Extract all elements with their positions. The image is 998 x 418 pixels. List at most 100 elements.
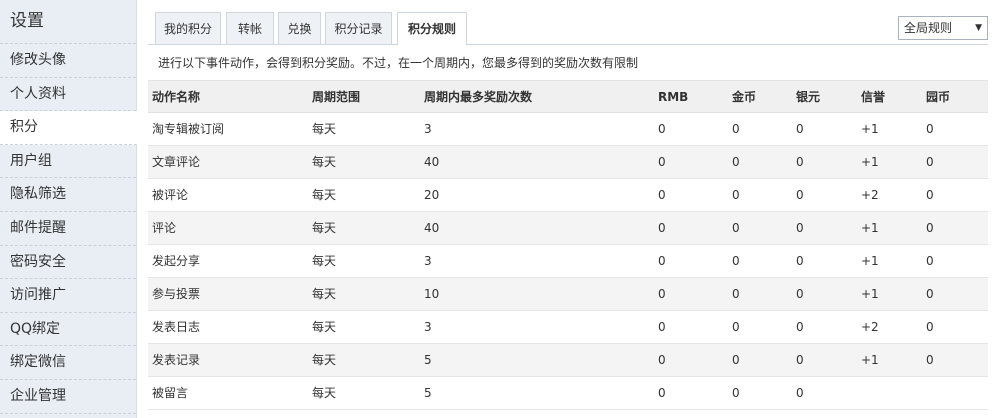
header-reputation: 信誉 (861, 90, 886, 104)
table-cell: 每天 (312, 320, 337, 334)
table-cell: 每天 (312, 188, 337, 202)
table-cell: 0 (796, 188, 804, 202)
sidebar-item-profile[interactable]: 个人资料 (0, 78, 136, 112)
sidebar-item-avatar[interactable]: 修改头像 (0, 44, 136, 78)
table-cell: +1 (861, 353, 879, 367)
table-cell: 0 (658, 320, 666, 334)
sidebar-item-credits[interactable]: 积分 (0, 111, 137, 145)
table-cell: 0 (796, 155, 804, 169)
table-cell: 0 (926, 122, 934, 136)
table-cell: 每天 (312, 287, 337, 301)
table-cell: 0 (926, 254, 934, 268)
table-cell: 发表日志 (152, 320, 201, 334)
tab-credit-log[interactable]: 积分记录 (325, 12, 392, 45)
header-max-times: 周期内最多奖励次数 (424, 90, 533, 104)
settings-sidebar: 设置 修改头像 个人资料 积分 用户组 隐私筛选 邮件提醒 密码安全 访问推广 … (0, 0, 137, 418)
table-cell: 每天 (312, 353, 337, 367)
header-rmb: RMB (658, 90, 689, 104)
table-cell: 被评论 (152, 188, 189, 202)
tab-transfer[interactable]: 转帐 (226, 12, 274, 45)
sidebar-item-promotion[interactable]: 访问推广 (0, 279, 136, 313)
table-cell: +1 (861, 221, 879, 235)
table-row: 评论 每天 40 0 0 0 +1 0 (148, 212, 988, 245)
table-row: 被留言 每天 5 0 0 0 (148, 377, 988, 410)
header-gold: 金币 (732, 90, 757, 104)
table-cell: 0 (732, 353, 740, 367)
sidebar-item-email[interactable]: 邮件提醒 (0, 212, 136, 246)
table-cell: 20 (424, 188, 440, 202)
table-row: 发表日志 每天 3 0 0 0 +2 0 (148, 311, 988, 344)
table-cell: 40 (424, 221, 440, 235)
table-cell: 发起分享 (152, 254, 201, 268)
table-cell: 发表记录 (152, 353, 201, 367)
table-cell: 0 (796, 254, 804, 268)
table-cell: 参与投票 (152, 287, 201, 301)
table-row: 被评论 每天 20 0 0 0 +2 0 (148, 179, 988, 212)
rules-note: 进行以下事件动作，会得到积分奖励。不过，在一个周期内，您最多得到的奖励次数有限制 (158, 56, 639, 70)
table-cell: 0 (926, 320, 934, 334)
table-cell: 0 (658, 221, 666, 235)
sidebar-item-usergroup[interactable]: 用户组 (0, 145, 136, 179)
header-period: 周期范围 (312, 90, 361, 104)
table-cell: 3 (424, 320, 432, 334)
sidebar-item-qq[interactable]: QQ绑定 (0, 313, 136, 347)
table-cell: 0 (658, 386, 666, 400)
table-cell: 0 (796, 287, 804, 301)
sidebar-item-wechat[interactable]: 绑定微信 (0, 346, 136, 380)
scope-select[interactable]: 全局规则 ▼ (898, 16, 988, 40)
tab-bar: 我的积分 转帐 兑换 积分记录 积分规则 (148, 12, 988, 46)
table-cell: +1 (861, 254, 879, 268)
table-cell: +1 (861, 155, 879, 169)
table-cell: 0 (796, 221, 804, 235)
table-cell: 0 (732, 287, 740, 301)
table-cell: 文章评论 (152, 155, 201, 169)
table-cell: 0 (732, 122, 740, 136)
table-cell: 0 (796, 320, 804, 334)
table-cell: 每天 (312, 386, 337, 400)
tab-exchange[interactable]: 兑换 (278, 12, 321, 45)
sidebar-item-privacy[interactable]: 隐私筛选 (0, 178, 136, 212)
table-row: 发起分享 每天 3 0 0 0 +1 0 (148, 245, 988, 278)
table-cell: 0 (658, 122, 666, 136)
table-cell: 3 (424, 122, 432, 136)
table-cell: +1 (861, 287, 879, 301)
tab-my-credits[interactable]: 我的积分 (155, 12, 221, 45)
table-row: 淘专辑被订阅 每天 3 0 0 0 +1 0 (148, 113, 988, 146)
table-cell: +1 (861, 122, 879, 136)
table-header: 动作名称 周期范围 周期内最多奖励次数 RMB 金币 银元 信誉 园币 (148, 80, 988, 113)
credit-rules-table: 动作名称 周期范围 周期内最多奖励次数 RMB 金币 银元 信誉 园币 淘专辑被… (148, 80, 988, 410)
table-cell: 0 (796, 386, 804, 400)
table-cell: 每天 (312, 254, 337, 268)
chevron-down-icon: ▼ (975, 23, 982, 33)
table-cell: 0 (926, 188, 934, 202)
header-silver: 银元 (796, 90, 821, 104)
table-cell: 每天 (312, 221, 337, 235)
table-cell: 0 (732, 221, 740, 235)
sidebar-title: 设置 (0, 0, 136, 44)
tab-credit-rules[interactable]: 积分规则 (397, 12, 467, 46)
table-cell: 0 (658, 188, 666, 202)
header-action: 动作名称 (152, 90, 201, 104)
header-yuanbi: 园币 (926, 90, 951, 104)
table-cell: +2 (861, 320, 879, 334)
table-cell: 5 (424, 386, 432, 400)
table-cell: +2 (861, 188, 879, 202)
table-row: 发表记录 每天 5 0 0 0 +1 0 (148, 344, 988, 377)
table-cell: 0 (732, 320, 740, 334)
table-cell: 0 (732, 188, 740, 202)
table-cell: 0 (658, 155, 666, 169)
table-cell: 被留言 (152, 386, 189, 400)
table-cell: 每天 (312, 122, 337, 136)
table-cell: 0 (926, 287, 934, 301)
table-row: 参与投票 每天 10 0 0 0 +1 0 (148, 278, 988, 311)
table-cell: 0 (658, 287, 666, 301)
sidebar-item-password[interactable]: 密码安全 (0, 246, 136, 280)
table-cell: 0 (796, 122, 804, 136)
scope-select-value: 全局规则 (904, 21, 953, 35)
table-cell: 淘专辑被订阅 (152, 122, 225, 136)
table-cell: 0 (926, 155, 934, 169)
table-body: 淘专辑被订阅 每天 3 0 0 0 +1 0 文章评论 每天 40 0 0 0 +1 0 被评论 每天 20 0 0 0 +… (148, 113, 988, 410)
table-cell: 40 (424, 155, 440, 169)
settings-page: 设置 修改头像 个人资料 积分 用户组 隐私筛选 邮件提醒 密码安全 访问推广 … (0, 0, 998, 418)
sidebar-item-enterprise[interactable]: 企业管理 (0, 380, 136, 414)
